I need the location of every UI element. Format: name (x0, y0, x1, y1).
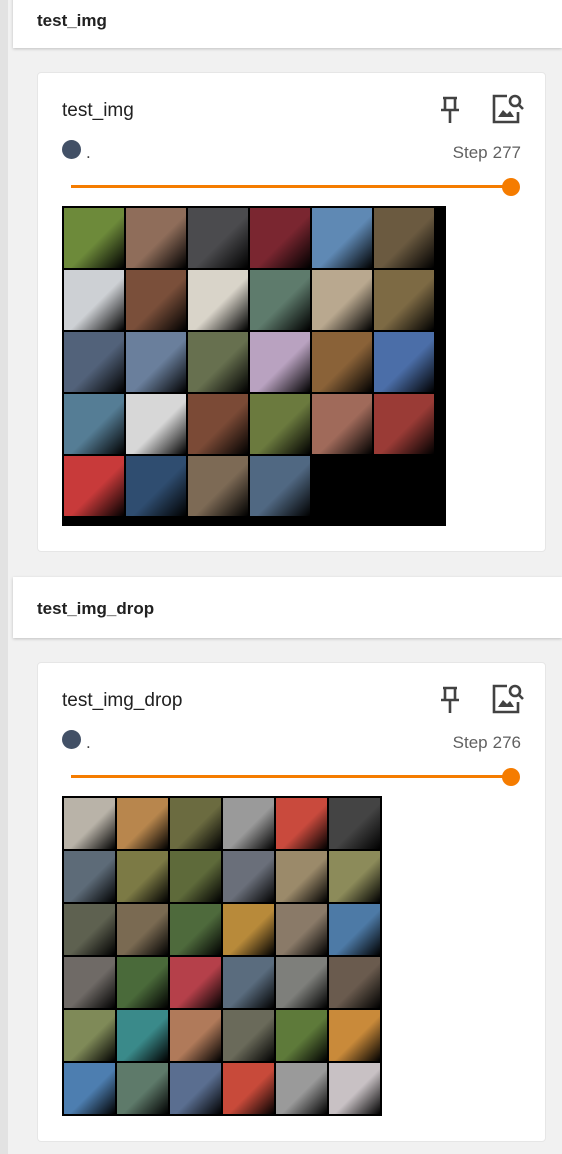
left-rail (0, 0, 8, 1154)
step-value: 276 (492, 733, 521, 752)
image-tile-dog (126, 208, 186, 268)
image-tile-car (64, 851, 115, 902)
image-tile-cat (188, 208, 248, 268)
image-tile-frog (64, 208, 124, 268)
image-tile-frog (188, 394, 248, 454)
image-tile-ship (64, 1063, 115, 1114)
image-tile-truck (276, 798, 327, 849)
image-tile-truck (223, 798, 274, 849)
image-tile-dog (170, 1010, 221, 1061)
image-tile-dog (329, 798, 380, 849)
image-tile-frog (374, 208, 434, 268)
image-tile-bird (64, 798, 115, 849)
image-tile-deer (64, 1010, 115, 1061)
image-tile-bird (170, 851, 221, 902)
step-slider[interactable] (71, 766, 520, 786)
run-color-dot (62, 730, 81, 749)
image-tile-ship (117, 1063, 168, 1114)
image-tile-cat (117, 798, 168, 849)
run-color-dot (62, 140, 81, 159)
image-search-icon[interactable] (491, 683, 525, 715)
image-tile-ship (117, 904, 168, 955)
step-value: 277 (492, 143, 521, 162)
step-prefix: Step (452, 733, 488, 752)
image-tile-bird (250, 394, 310, 454)
run-label: . (86, 733, 91, 752)
step-prefix: Step (452, 143, 488, 162)
group-header-test-img-drop[interactable]: test_img_drop (13, 577, 562, 638)
image-card-test-img: test_img . Step 277 (37, 72, 546, 552)
image-tile-truck (223, 851, 274, 902)
image-grid (62, 796, 382, 1116)
image-tile-car (126, 394, 186, 454)
image-tile-truck (64, 904, 115, 955)
image-tile-bird (170, 1063, 221, 1114)
image-tile-car (170, 957, 221, 1008)
image-tile-ship (64, 332, 124, 392)
image-tile-ship (329, 904, 380, 955)
slider-thumb[interactable] (502, 178, 520, 196)
image-tile-dog (250, 332, 310, 392)
image-tile-car (64, 456, 124, 516)
image-tile-horse (250, 270, 310, 330)
image-tile-bird (170, 904, 221, 955)
image-tile-truck (126, 332, 186, 392)
image-tile-frog (312, 332, 372, 392)
image-search-icon[interactable] (491, 93, 525, 125)
group-header-test-img[interactable]: test_img (13, 0, 562, 48)
image-tile-dog (223, 904, 274, 955)
image-tile-truck (223, 957, 274, 1008)
image-tile-airplane (374, 332, 434, 392)
image-tile-dog (312, 394, 372, 454)
step-slider[interactable] (71, 176, 520, 196)
slider-track (71, 775, 511, 778)
image-tile-car (64, 270, 124, 330)
step-label: Step 277 (448, 143, 521, 163)
image-tile-car (250, 208, 310, 268)
pin-icon[interactable] (436, 95, 464, 125)
image-grid (62, 206, 446, 526)
image-tile-car (312, 270, 372, 330)
step-label: Step 276 (448, 733, 521, 753)
image-tile-dog (329, 1063, 380, 1114)
image-tile-airplane (126, 456, 186, 516)
run-label: . (86, 143, 91, 162)
image-tile-bird (329, 851, 380, 902)
image-tile-ship (64, 394, 124, 454)
image-tile-cat (329, 957, 380, 1008)
image-tile-frog (374, 270, 434, 330)
image-tile-ship (250, 456, 310, 516)
group-title: test_img (37, 11, 107, 30)
image-tile-airplane (188, 456, 248, 516)
image-tile-frog (329, 1010, 380, 1061)
slider-thumb[interactable] (502, 768, 520, 786)
image-tile-truck (374, 394, 434, 454)
image-tile-dog (188, 332, 248, 392)
card-title: test_img (62, 100, 134, 121)
image-tile-cat (276, 904, 327, 955)
image-tile-car (223, 1063, 274, 1114)
pin-icon[interactable] (436, 685, 464, 715)
image-tile-truck (276, 957, 327, 1008)
image-tile-frog (117, 957, 168, 1008)
image-tile-car (276, 1063, 327, 1114)
image-tile-cat (126, 270, 186, 330)
image-card-test-img-drop: test_img_drop . Step 276 (37, 662, 546, 1142)
image-tile-bird (276, 1010, 327, 1061)
card-title: test_img_drop (62, 690, 183, 711)
image-tile-ship (312, 208, 372, 268)
image-tile-horse (223, 1010, 274, 1061)
group-title: test_img_drop (37, 599, 155, 618)
image-tile-frog (170, 798, 221, 849)
image-tile-deer (117, 851, 168, 902)
image-tile-car (64, 957, 115, 1008)
image-tile-horse (117, 1010, 168, 1061)
image-tile-bird (188, 270, 248, 330)
slider-track (71, 185, 511, 188)
image-tile-horse (276, 851, 327, 902)
